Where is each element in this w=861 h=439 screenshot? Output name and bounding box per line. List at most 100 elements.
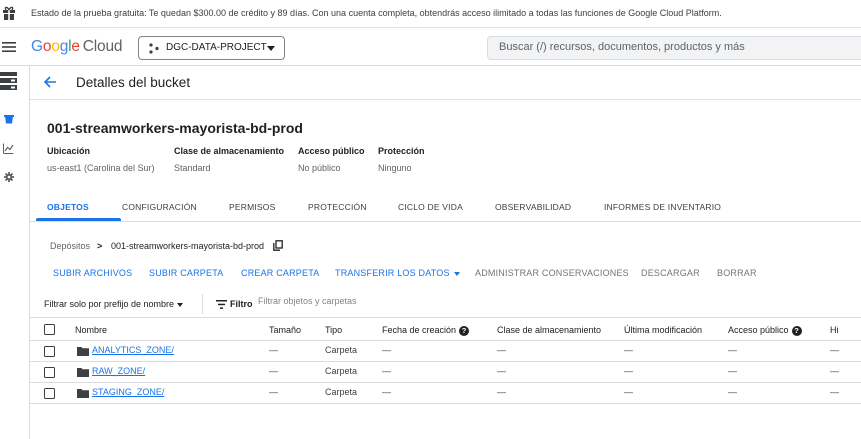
row-checkbox[interactable]	[44, 367, 55, 378]
cell-created: —	[382, 387, 391, 397]
download-button[interactable]: DESCARGAR	[641, 268, 700, 278]
cell-modified: —	[624, 366, 633, 376]
folder-icon	[77, 347, 89, 356]
bucket-name: 001-streamworkers-mayorista-bd-prod	[47, 120, 303, 136]
col-name[interactable]: Nombre	[75, 325, 107, 335]
filter-lines-icon	[216, 300, 227, 309]
folder-icon	[77, 368, 89, 377]
table-row[interactable]: ANALYTICS_ZONE/ — Carpeta — — — — —	[30, 341, 861, 362]
table-row[interactable]: STAGING_ZONE/ — Carpeta — — — — —	[30, 383, 861, 404]
manage-holds-button[interactable]: ADMINISTRAR CONSERVACIONES	[475, 268, 629, 278]
breadcrumb-current: 001-streamworkers-mayorista-bd-prod	[111, 241, 265, 251]
help-icon[interactable]: ?	[459, 325, 470, 336]
folder-link[interactable]: RAW_ZONE/	[92, 366, 145, 376]
tab-configuration[interactable]: CONFIGURACIÓN	[122, 202, 197, 212]
bucket-icon	[3, 115, 14, 124]
upload-files-button[interactable]: SUBIR ARCHIVOS	[53, 268, 132, 278]
meta-location-label: Ubicación	[47, 146, 91, 156]
help-icon[interactable]: ?	[791, 325, 802, 336]
rail-item-buckets[interactable]	[0, 114, 17, 124]
trial-banner: Estado de la prueba gratuita: Te quedan …	[0, 0, 861, 28]
cell-size: —	[269, 366, 278, 376]
tab-observability[interactable]: OBSERVABILIDAD	[495, 202, 571, 212]
chevron-down-icon	[267, 46, 275, 51]
rail-item-settings[interactable]	[0, 172, 17, 182]
trial-banner-text: Estado de la prueba gratuita: Te quedan …	[31, 8, 722, 18]
cell-type: Carpeta	[325, 366, 358, 376]
meta-protection-value: Ninguno	[378, 163, 412, 173]
tab-protection[interactable]: PROTECCIÓN	[308, 202, 367, 212]
cell-type: Carpeta	[325, 387, 358, 397]
rail-item-dashboard[interactable]	[0, 72, 17, 90]
arrow-back-icon[interactable]	[43, 75, 57, 89]
meta-storage-class-label: Clase de almacenamiento	[174, 146, 285, 156]
project-selector[interactable]: DGC-DATA-PROJECT	[138, 36, 285, 60]
col-created[interactable]: Fecha de creación?	[382, 325, 470, 336]
cell-public-access: —	[728, 366, 737, 376]
search-input[interactable]	[499, 41, 829, 53]
meta-public-access-label: Acceso público	[298, 146, 365, 156]
cell-type: Carpeta	[325, 345, 358, 355]
tab-permissions[interactable]: PERMISOS	[229, 202, 275, 212]
cell-modified: —	[624, 345, 633, 355]
meta-public-access-value: No público	[298, 163, 341, 173]
select-all-checkbox[interactable]	[44, 324, 55, 335]
folder-link[interactable]: ANALYTICS_ZONE/	[92, 345, 174, 355]
cell-created: —	[382, 366, 391, 376]
active-tab-indicator	[36, 218, 121, 221]
col-extra[interactable]: Hi	[830, 325, 839, 335]
google-cloud-logo[interactable]: Google Cloud	[31, 38, 122, 56]
breadcrumb-separator: >	[97, 241, 103, 251]
cell-storage-class: —	[497, 387, 506, 397]
breadcrumb-root[interactable]: Depósitos	[50, 241, 90, 251]
rail-item-monitoring[interactable]	[0, 143, 17, 154]
delete-button[interactable]: BORRAR	[717, 268, 757, 278]
upload-folder-button[interactable]: SUBIR CARPETA	[149, 268, 223, 278]
filter-prefix-label: Filtrar solo por prefijo de nombre	[44, 299, 175, 309]
folder-icon	[77, 389, 89, 398]
col-type[interactable]: Tipo	[325, 325, 342, 335]
search-box[interactable]	[487, 36, 861, 60]
table-row[interactable]: RAW_ZONE/ — Carpeta — — — — —	[30, 362, 861, 383]
left-rail	[0, 66, 30, 439]
top-header: Google Cloud DGC-DATA-PROJECT	[0, 28, 861, 66]
cell-public-access: —	[728, 387, 737, 397]
project-dots-icon	[149, 43, 159, 54]
table-header-row: Nombre Tamaño Tipo Fecha de creación? Cl…	[30, 317, 861, 341]
cell-public-access: —	[728, 345, 737, 355]
create-folder-button[interactable]: CREAR CARPETA	[241, 268, 319, 278]
bar-chart-icon	[3, 143, 14, 154]
row-checkbox[interactable]	[44, 346, 55, 357]
col-modified[interactable]: Última modificación	[624, 325, 702, 335]
title-divider	[30, 99, 861, 100]
tab-objects[interactable]: OBJETOS	[47, 202, 89, 212]
tab-lifecycle[interactable]: CICLO DE VIDA	[398, 202, 463, 212]
transfer-data-button[interactable]: TRANSFERIR LOS DATOS	[335, 268, 460, 278]
chevron-down-icon	[177, 302, 184, 307]
filter-prefix-select[interactable]: Filtrar solo por prefijo de nombre	[44, 299, 184, 309]
row-checkbox[interactable]	[44, 388, 55, 399]
col-size[interactable]: Tamaño	[269, 325, 301, 335]
bucket-tabs: OBJETOS CONFIGURACIÓN PERMISOS PROTECCIÓ…	[30, 190, 861, 222]
cell-size: —	[269, 387, 278, 397]
hamburger-icon[interactable]	[2, 42, 16, 52]
gift-icon	[3, 6, 15, 20]
cell-created: —	[382, 345, 391, 355]
page-title: Detalles del bucket	[76, 75, 191, 90]
cell-extra: —	[830, 345, 839, 355]
gear-icon	[3, 172, 14, 182]
filter-input[interactable]	[258, 296, 458, 306]
cell-storage-class: —	[497, 345, 506, 355]
folder-link[interactable]: STAGING_ZONE/	[92, 387, 164, 397]
col-public-access[interactable]: Acceso público?	[728, 325, 802, 336]
col-storage-class[interactable]: Clase de almacenamiento	[497, 325, 601, 335]
copy-icon[interactable]	[273, 240, 283, 251]
meta-location-value: us-east1 (Carolina del Sur)	[47, 163, 155, 173]
cell-size: —	[269, 345, 278, 355]
tab-inventory-reports[interactable]: INFORMES DE INVENTARIO	[604, 202, 721, 212]
storage-dashboard-icon	[0, 72, 17, 90]
filter-divider	[202, 294, 203, 314]
cell-extra: —	[830, 366, 839, 376]
cell-storage-class: —	[497, 366, 506, 376]
cell-extra: —	[830, 387, 839, 397]
